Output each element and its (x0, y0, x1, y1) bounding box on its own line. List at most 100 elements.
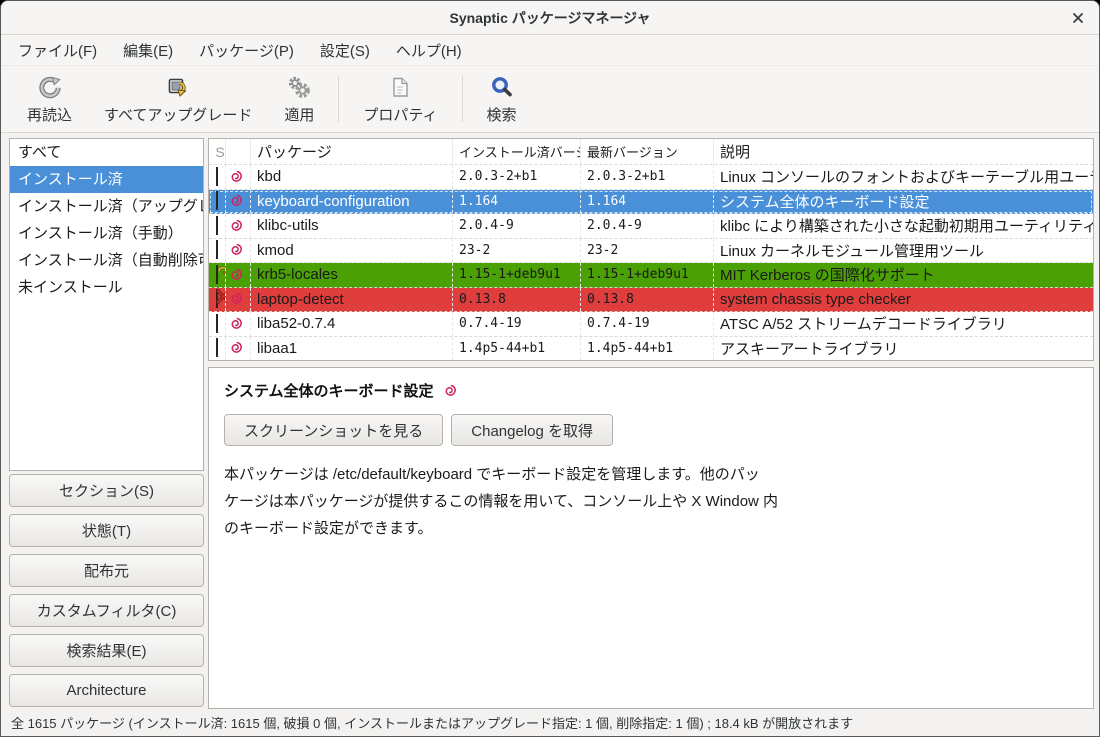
debian-swirl-icon (229, 268, 243, 282)
installed-status-icon[interactable] (216, 241, 218, 259)
menu-file[interactable]: ファイル(F) (5, 35, 110, 66)
supported-cell (226, 239, 251, 263)
details-buttons: スクリーンショットを見る Changelog を取得 (224, 414, 1078, 446)
sidebar-button-origin[interactable]: 配布元 (9, 554, 204, 587)
package-name: klibc-utils (251, 214, 453, 238)
sidebar-filter-item[interactable]: インストール済（自動削除可能） (10, 247, 203, 274)
status-cell (209, 214, 226, 238)
supported-cell (226, 312, 251, 336)
get-changelog-button[interactable]: Changelog を取得 (451, 414, 613, 446)
package-filter-list: すべてインストール済インストール済（アップグレード可）インストール済（手動）イン… (9, 138, 204, 471)
menubar: ファイル(F)編集(E)パッケージ(P)設定(S)ヘルプ(H) (1, 35, 1099, 66)
table-body: kbd2.0.3-2+b12.0.3-2+b1Linux コンソールのフォントお… (209, 165, 1093, 361)
sidebar-filter-item[interactable]: 未インストール (10, 274, 203, 301)
status-cell (209, 312, 226, 336)
status-cell (209, 288, 226, 312)
package-row-krb5-locales[interactable]: krb5-locales1.15-1+deb9u11.15-1+deb9u1MI… (209, 263, 1093, 288)
properties-button[interactable]: プロパティ (347, 66, 453, 125)
sidebar-button-search-results[interactable]: 検索結果(E) (9, 634, 204, 667)
reload-label: 再読込 (27, 104, 72, 125)
package-name: kmod (251, 239, 453, 263)
status-cell (209, 239, 226, 263)
installed-version: 1.15-1+deb9u1 (453, 263, 581, 287)
details-pane: システム全体のキーボード設定 スクリーンショットを見る Changelog を取… (208, 367, 1094, 709)
latest-version: 0.13.8 (581, 288, 714, 312)
table-header: S パッケージインストール済バージョン最新バージョン説明 (209, 139, 1093, 165)
search-icon (489, 74, 515, 102)
package-name: krb5-locales (251, 263, 453, 287)
installed-version: 1.164 (453, 190, 581, 214)
status-cell (209, 337, 226, 361)
package-row-keyboard-configuration[interactable]: keyboard-configuration1.1641.164システム全体のキ… (209, 190, 1093, 215)
package-row-libaa1[interactable]: libaa11.4p5-44+b11.4p5-44+b1アスキーアートライブラリ (209, 337, 1093, 362)
debian-swirl-icon (229, 219, 243, 233)
package-description: システム全体のキーボード設定 (714, 190, 1093, 214)
installed-status-icon[interactable] (216, 168, 218, 186)
debian-swirl-icon (229, 292, 243, 306)
latest-version: 23-2 (581, 239, 714, 263)
sidebar-button-status[interactable]: 状態(T) (9, 514, 204, 547)
column-header-4[interactable]: 最新バージョン (581, 139, 714, 164)
sidebar-filter-item[interactable]: インストール済 (10, 166, 203, 193)
package-row-klibc-utils[interactable]: klibc-utils2.0.4-92.0.4-9klibc により構築された小… (209, 214, 1093, 239)
reload-button[interactable]: 再読込 (11, 66, 88, 125)
installed-status-icon[interactable] (216, 217, 218, 235)
sidebar-button-architecture[interactable]: Architecture (9, 674, 204, 707)
debian-swirl-icon (229, 194, 243, 208)
search-label: 検索 (487, 104, 517, 125)
package-name: liba52-0.7.4 (251, 312, 453, 336)
column-header-2[interactable]: パッケージ (251, 139, 453, 164)
sidebar-filter-item[interactable]: インストール済（アップグレード可） (10, 193, 203, 220)
installed-status-icon[interactable] (216, 339, 218, 357)
status-cell (209, 263, 226, 287)
latest-version: 2.0.4-9 (581, 214, 714, 238)
menu-help[interactable]: ヘルプ(H) (383, 35, 475, 66)
search-button[interactable]: 検索 (471, 66, 533, 125)
debian-swirl-icon (443, 384, 457, 398)
reinstall-status-icon[interactable] (216, 266, 218, 284)
upgrade-all-button[interactable]: すべてアップグレード (88, 66, 268, 125)
menu-settings[interactable]: 設定(S) (307, 35, 383, 66)
menu-package[interactable]: パッケージ(P) (186, 35, 307, 66)
status-cell (209, 190, 226, 214)
description-line: のキーボード設定ができます。 (224, 515, 1078, 542)
installed-status-icon[interactable] (216, 315, 218, 333)
column-header-0[interactable]: S (209, 139, 226, 164)
upgrade-all-label: すべてアップグレード (104, 104, 252, 125)
get-screenshot-button[interactable]: スクリーンショットを見る (224, 414, 443, 446)
installed-version: 0.7.4-19 (453, 312, 581, 336)
details-title: システム全体のキーボード設定 (224, 380, 434, 401)
package-row-kmod[interactable]: kmod23-223-2Linux カーネルモジュール管理用ツール (209, 239, 1093, 264)
package-name: libaa1 (251, 337, 453, 361)
supported-cell (226, 165, 251, 189)
remove-status-icon[interactable] (216, 290, 218, 308)
column-header-1[interactable] (226, 139, 251, 164)
properties-icon (387, 74, 413, 102)
synaptic-window: Synaptic パッケージマネージャ ファイル(F)編集(E)パッケージ(P)… (0, 0, 1100, 737)
sidebar-button-sections[interactable]: セクション(S) (9, 474, 204, 507)
package-row-kbd[interactable]: kbd2.0.3-2+b12.0.3-2+b1Linux コンソールのフォントお… (209, 165, 1093, 190)
close-button[interactable] (1069, 9, 1087, 27)
sidebar-filter-item[interactable]: インストール済（手動） (10, 220, 203, 247)
package-row-liba52-0.7.4[interactable]: liba52-0.7.40.7.4-190.7.4-19ATSC A/52 スト… (209, 312, 1093, 337)
sidebar-filter-item[interactable]: すべて (10, 139, 203, 166)
column-header-3[interactable]: インストール済バージョン (453, 139, 581, 164)
reload-icon (37, 74, 63, 102)
package-description: ATSC A/52 ストリームデコードライブラリ (714, 312, 1093, 336)
column-header-5[interactable]: 説明 (714, 139, 1093, 164)
close-icon (1072, 12, 1084, 24)
debian-swirl-icon (229, 170, 243, 184)
main-area: すべてインストール済インストール済（アップグレード可）インストール済（手動）イン… (1, 134, 1099, 709)
details-title-row: システム全体のキーボード設定 (224, 380, 1078, 401)
package-row-laptop-detect[interactable]: laptop-detect0.13.80.13.8system chassis … (209, 288, 1093, 313)
menu-edit[interactable]: 編集(E) (110, 35, 186, 66)
apply-label: 適用 (284, 104, 314, 125)
description-line: ケージは本パッケージが提供するこの情報を用いて、コンソール上や X Window… (224, 488, 1078, 515)
supported-cell (226, 263, 251, 287)
installed-status-icon[interactable] (216, 192, 218, 210)
installed-version: 2.0.3-2+b1 (453, 165, 581, 189)
package-description: klibc により構築された小さな起動初期用ユーティリティ (714, 214, 1093, 238)
apply-button[interactable]: 適用 (268, 66, 330, 125)
sidebar-button-custom-filters[interactable]: カスタムフィルタ(C) (9, 594, 204, 627)
latest-version: 1.4p5-44+b1 (581, 337, 714, 361)
